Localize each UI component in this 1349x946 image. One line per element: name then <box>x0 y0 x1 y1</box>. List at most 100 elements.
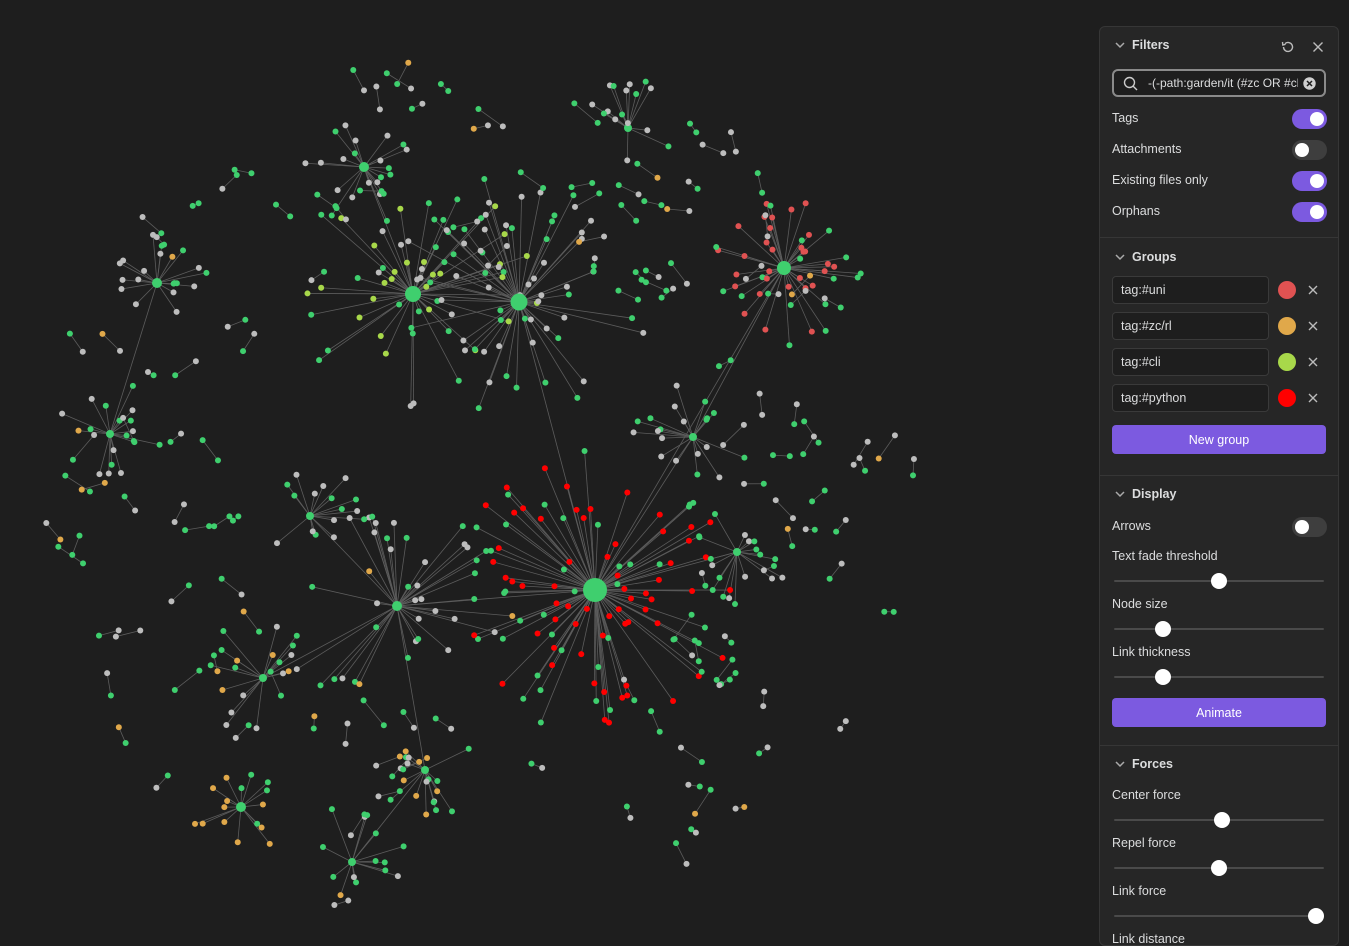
graph-node[interactable] <box>330 874 336 880</box>
graph-node[interactable] <box>461 226 467 232</box>
graph-node[interactable] <box>308 312 314 318</box>
graph-node[interactable] <box>825 261 831 267</box>
graph-node[interactable] <box>621 677 627 683</box>
remove-group-icon[interactable] <box>1306 355 1320 369</box>
graph-node[interactable] <box>643 590 649 596</box>
graph-node[interactable] <box>589 102 595 108</box>
animate-button[interactable]: Animate <box>1112 698 1326 727</box>
graph-node[interactable] <box>196 200 202 206</box>
graph-node[interactable] <box>55 544 61 550</box>
graph-node[interactable] <box>76 533 82 539</box>
graph-node[interactable] <box>290 642 296 648</box>
graph-node[interactable] <box>720 150 726 156</box>
graph-node[interactable] <box>102 480 108 486</box>
graph-node[interactable] <box>433 244 439 250</box>
graph-node[interactable] <box>807 273 813 279</box>
graph-node[interactable] <box>69 552 75 558</box>
graph-node[interactable] <box>356 315 362 321</box>
graph-node[interactable] <box>530 340 536 346</box>
graph-node[interactable] <box>310 528 316 534</box>
graph-node[interactable] <box>276 659 282 665</box>
graph-node[interactable] <box>171 289 177 295</box>
graph-node[interactable] <box>374 600 380 606</box>
graph-node[interactable] <box>634 161 640 167</box>
existing-files-only-toggle[interactable] <box>1292 171 1327 191</box>
graph-node[interactable] <box>910 472 916 478</box>
graph-node[interactable] <box>437 271 443 277</box>
graph-node[interactable] <box>640 330 646 336</box>
graph-node[interactable] <box>219 186 225 192</box>
graph-node[interactable] <box>108 693 114 699</box>
graph-node[interactable] <box>633 218 639 224</box>
graph-node[interactable] <box>549 632 555 638</box>
graph-node[interactable] <box>538 687 544 693</box>
graph-node[interactable] <box>475 106 481 112</box>
graph-node[interactable] <box>811 434 817 440</box>
text-fade-threshold-slider[interactable] <box>1114 571 1324 591</box>
graph-node[interactable] <box>643 79 649 85</box>
graph-node[interactable] <box>241 609 247 615</box>
graph-node[interactable] <box>596 190 602 196</box>
graph-node[interactable] <box>380 228 386 234</box>
graph-node[interactable] <box>419 266 425 272</box>
graph-node[interactable] <box>476 405 482 411</box>
graph-node[interactable] <box>764 240 770 246</box>
graph-node[interactable] <box>762 327 768 333</box>
graph-node[interactable] <box>215 457 221 463</box>
graph-node[interactable] <box>338 892 344 898</box>
graph-node[interactable] <box>616 182 622 188</box>
graph-node[interactable] <box>306 512 314 520</box>
graph-node[interactable] <box>649 596 655 602</box>
graph-node[interactable] <box>117 348 123 354</box>
graph-node[interactable] <box>501 590 507 596</box>
center-force-slider[interactable] <box>1114 810 1324 830</box>
graph-node[interactable] <box>151 372 157 378</box>
graph-node[interactable] <box>822 301 828 307</box>
graph-node[interactable] <box>753 546 759 552</box>
graph-node[interactable] <box>635 418 641 424</box>
graph-node[interactable] <box>561 566 567 572</box>
graph-node[interactable] <box>357 187 363 193</box>
graph-node[interactable] <box>234 658 240 664</box>
graph-node[interactable] <box>624 804 630 810</box>
graph-node[interactable] <box>214 668 220 674</box>
graph-node[interactable] <box>371 243 377 249</box>
graph-node[interactable] <box>843 517 849 523</box>
graph-node[interactable] <box>342 122 348 128</box>
graph-node[interactable] <box>838 304 844 310</box>
graph-node[interactable] <box>378 333 384 339</box>
graph-node[interactable] <box>196 668 202 674</box>
graph-node[interactable] <box>569 184 575 190</box>
graph-node[interactable] <box>444 227 450 233</box>
graph-node[interactable] <box>862 468 868 474</box>
graph-node[interactable] <box>604 554 610 560</box>
graph-node[interactable] <box>689 588 695 594</box>
graph-node[interactable] <box>124 432 130 438</box>
graph-node[interactable] <box>779 575 785 581</box>
graph-node[interactable] <box>259 674 267 682</box>
graph-node[interactable] <box>154 234 160 240</box>
graph-node[interactable] <box>421 259 427 265</box>
graph-node[interactable] <box>392 269 398 275</box>
graph-node[interactable] <box>623 88 629 94</box>
graph-node[interactable] <box>405 60 411 66</box>
graph-node[interactable] <box>415 636 421 642</box>
graph-node[interactable] <box>759 412 765 418</box>
graph-node[interactable] <box>624 489 630 495</box>
graph-node[interactable] <box>352 150 358 156</box>
graph-node[interactable] <box>181 501 187 507</box>
graph-node[interactable] <box>400 709 406 715</box>
graph-node[interactable] <box>449 808 455 814</box>
graph-node[interactable] <box>57 536 63 542</box>
graph-node[interactable] <box>733 271 739 277</box>
graph-node[interactable] <box>665 143 671 149</box>
graph-node[interactable] <box>618 202 624 208</box>
graph-node[interactable] <box>232 167 238 173</box>
graph-node[interactable] <box>389 276 395 282</box>
graph-node[interactable] <box>741 481 747 487</box>
graph-node[interactable] <box>566 292 572 298</box>
graph-node[interactable] <box>398 242 404 248</box>
graph-node[interactable] <box>579 229 585 235</box>
graph-node[interactable] <box>657 729 663 735</box>
graph-node[interactable] <box>733 149 739 155</box>
